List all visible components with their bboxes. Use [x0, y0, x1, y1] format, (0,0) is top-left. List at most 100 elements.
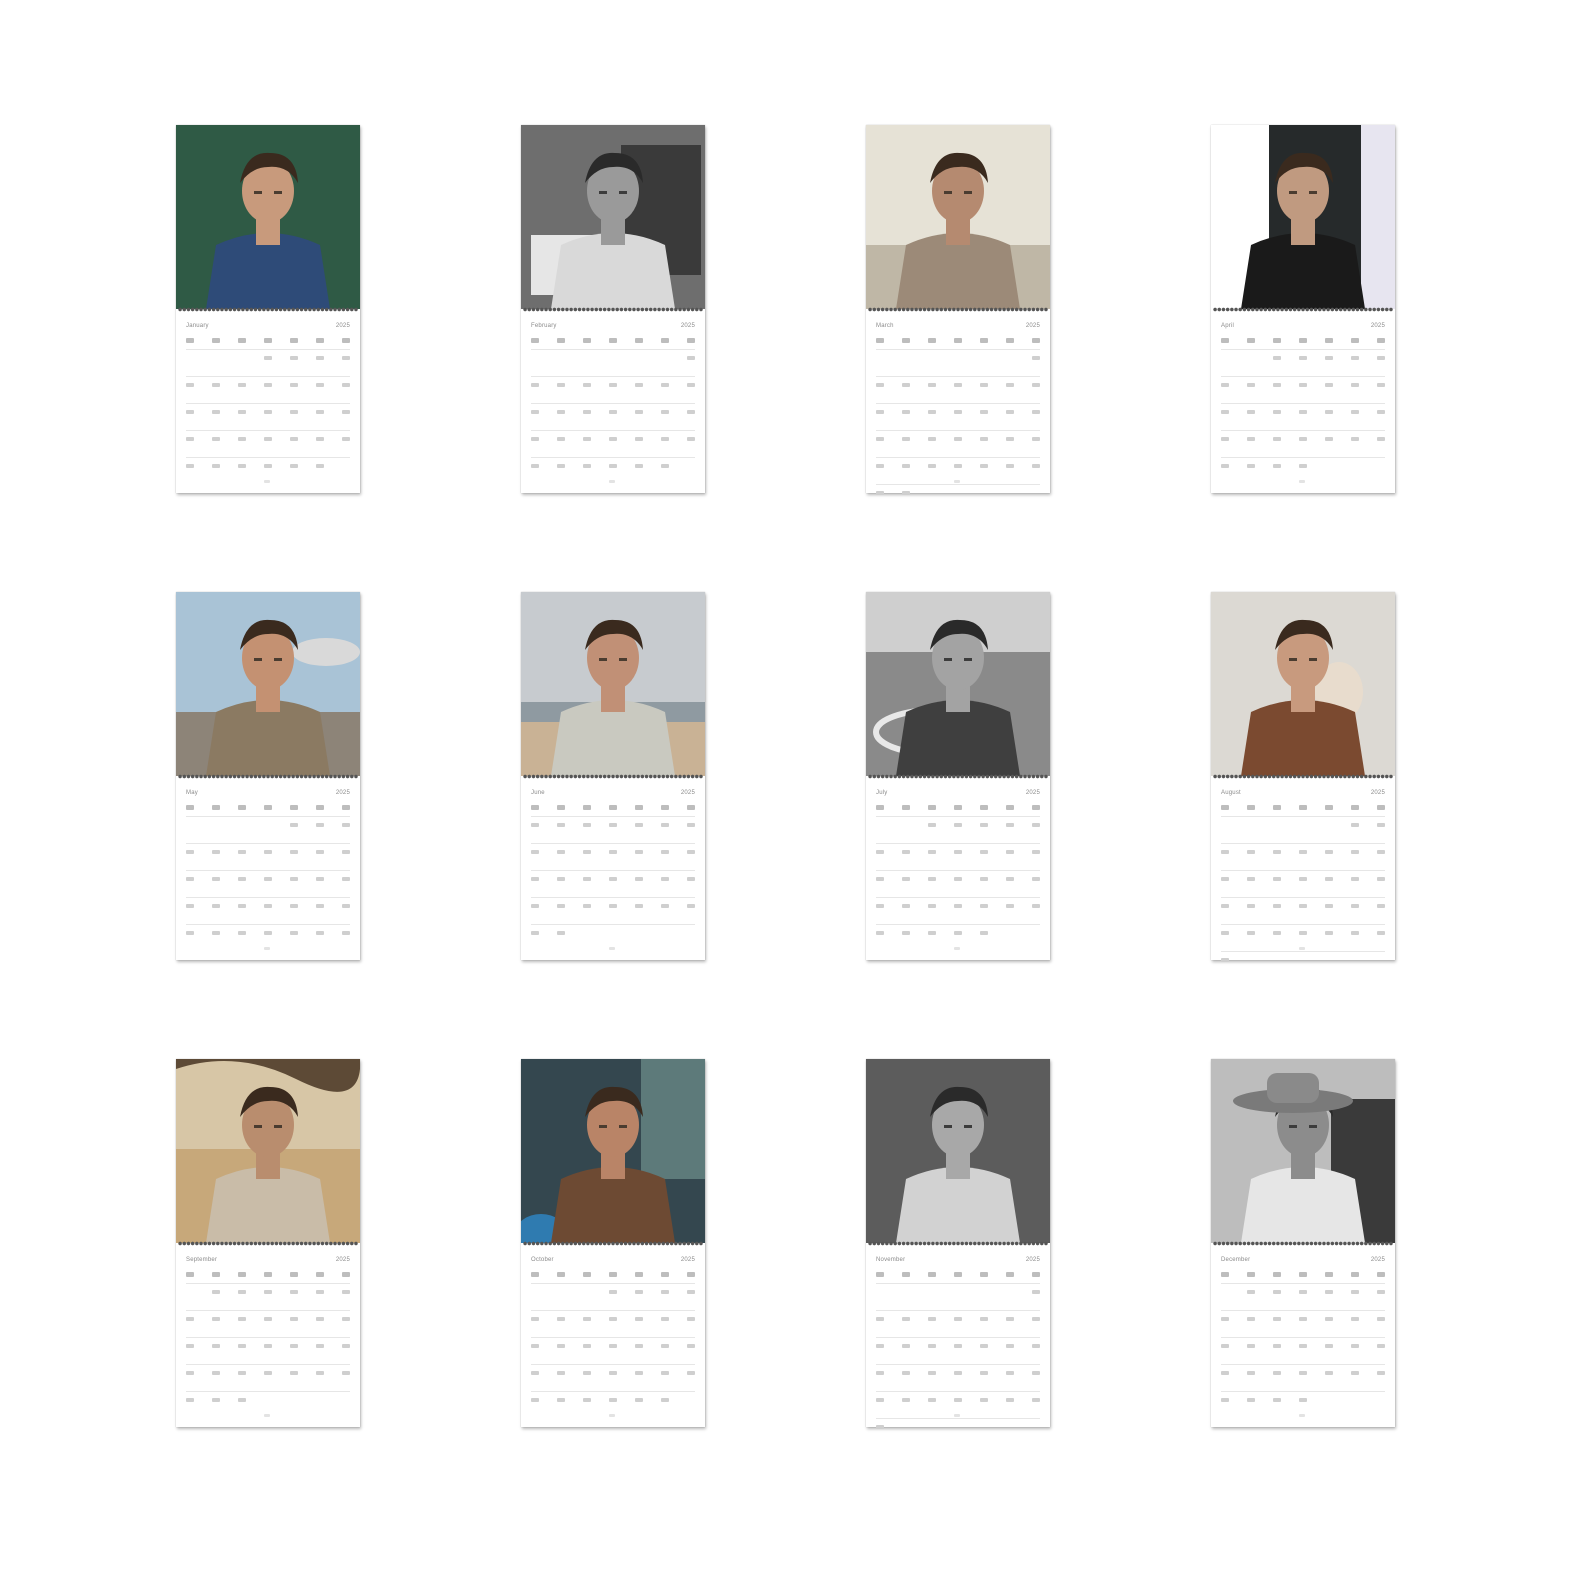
date-cell [902, 383, 910, 387]
date-cell [212, 383, 220, 387]
date-cell [954, 1425, 962, 1429]
date-cell [290, 1290, 298, 1294]
date-cell [980, 491, 988, 495]
date-cell [1351, 850, 1359, 854]
date-cell [876, 850, 884, 854]
week-divider [186, 430, 350, 431]
weekday-header-row [531, 335, 695, 345]
date-cell [609, 1290, 617, 1294]
month-name: August [1221, 790, 1241, 796]
month-year: 2025 [1025, 790, 1040, 796]
date-cell [1221, 1344, 1229, 1348]
week-row [876, 847, 1040, 857]
week-row [186, 1395, 350, 1405]
date-cell [1299, 1344, 1307, 1348]
week-row [1221, 820, 1385, 830]
weekday-label [954, 338, 962, 343]
month-grid-page: May 2025 [176, 780, 360, 960]
week-divider [531, 1391, 695, 1392]
date-cell [635, 823, 643, 827]
week-divider [876, 924, 1040, 925]
week-row [186, 820, 350, 830]
weekday-label [186, 338, 194, 343]
weekday-label [238, 805, 246, 810]
day-grid [876, 335, 1040, 495]
date-cell [583, 1398, 591, 1402]
date-cell [557, 877, 565, 881]
weekday-header-row [186, 802, 350, 812]
week-divider [531, 1337, 695, 1338]
week-row [876, 488, 1040, 498]
date-cell [316, 904, 324, 908]
date-cell [1299, 877, 1307, 881]
date-cell [876, 1371, 884, 1375]
date-cell [290, 1344, 298, 1348]
weekday-label [980, 338, 988, 343]
page-footer-mark [609, 947, 615, 950]
date-cell [1273, 1290, 1281, 1294]
month-grid-page: December 2025 [1211, 1247, 1395, 1427]
date-cell [1351, 437, 1359, 441]
date-cell [290, 904, 298, 908]
week-row [186, 407, 350, 417]
date-cell [557, 356, 565, 360]
date-cell [687, 931, 695, 935]
date-cell [1325, 931, 1333, 935]
date-cell [1299, 437, 1307, 441]
date-cell [1325, 410, 1333, 414]
date-cell [342, 904, 350, 908]
date-cell [876, 823, 884, 827]
date-cell [1325, 823, 1333, 827]
date-cell [264, 383, 272, 387]
weekday-label [661, 338, 669, 343]
date-cell [1032, 1398, 1040, 1402]
date-cell [583, 877, 591, 881]
date-cell [342, 931, 350, 935]
date-cell [583, 1290, 591, 1294]
day-grid [876, 1269, 1040, 1429]
calendar-page-december: December 2025 [1211, 1059, 1395, 1427]
date-cell [954, 904, 962, 908]
week-divider [186, 1391, 350, 1392]
weekday-label [557, 1272, 565, 1277]
date-cell [1032, 904, 1040, 908]
date-cell [1221, 850, 1229, 854]
date-cell [1377, 1317, 1385, 1321]
week-divider [531, 924, 695, 925]
date-cell [954, 410, 962, 414]
month-name: January [186, 323, 209, 329]
week-divider [186, 924, 350, 925]
date-cell [1221, 877, 1229, 881]
date-cell [635, 464, 643, 468]
week-divider [186, 843, 350, 844]
weekday-label [1032, 805, 1040, 810]
date-cell [1351, 1371, 1359, 1375]
week-row [186, 874, 350, 884]
date-cell [186, 877, 194, 881]
date-cell [212, 1398, 220, 1402]
date-cell [1247, 437, 1255, 441]
week-row [1221, 928, 1385, 938]
month-name: November [876, 1257, 906, 1263]
date-cell [531, 356, 539, 360]
date-cell [1247, 1344, 1255, 1348]
month-photo [521, 1059, 705, 1243]
day-grid [876, 802, 1040, 952]
date-cell [531, 464, 539, 468]
week-divider [531, 349, 695, 350]
date-cell [557, 383, 565, 387]
date-cell [531, 931, 539, 935]
date-cell [1006, 1425, 1014, 1429]
date-cell [928, 464, 936, 468]
weekday-label [902, 338, 910, 343]
date-cell [1351, 356, 1359, 360]
month-header: August 2025 [1221, 788, 1385, 798]
date-cell [980, 931, 988, 935]
date-cell [583, 850, 591, 854]
date-cell [687, 1371, 695, 1375]
date-cell [316, 850, 324, 854]
wire-binding [1213, 773, 1393, 780]
date-cell [342, 850, 350, 854]
date-cell [1221, 383, 1229, 387]
date-cell [928, 356, 936, 360]
